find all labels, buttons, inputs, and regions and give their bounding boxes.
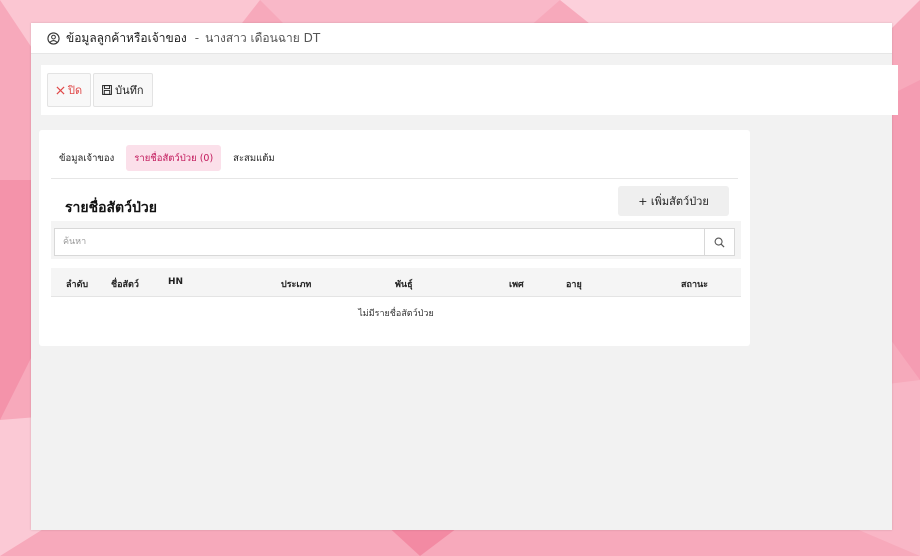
tab-bar: ข้อมูลเจ้าของ รายชื่อสัตว์ป่วย (0) สะสมแ… — [51, 145, 738, 179]
close-button[interactable]: ปิด — [47, 73, 92, 107]
patient-card: ข้อมูลเจ้าของ รายชื่อสัตว์ป่วย (0) สะสมแ… — [39, 130, 750, 346]
col-age: อายุ — [566, 280, 582, 290]
customer-window: ข้อมูลลูกค้าหรือเจ้าของ - นางสาว เดือนฉา… — [31, 23, 898, 530]
save-button-label: บันทึก — [115, 84, 144, 97]
col-breed: พันธุ์ — [395, 280, 413, 290]
col-sex: เพศ — [509, 280, 524, 290]
window-title: ข้อมูลลูกค้าหรือเจ้าของ — [66, 30, 187, 45]
col-hn: HN — [168, 277, 184, 287]
table-header: ลำดับ ชื่อสัตว์ HN ประเภท พันธุ์ เพศ อาย… — [51, 268, 741, 297]
floppy-disk-icon — [102, 85, 113, 95]
tab-points[interactable]: สะสมแต้ม — [225, 145, 283, 171]
col-type: ประเภท — [281, 280, 312, 290]
tab-owner-info[interactable]: ข้อมูลเจ้าของ — [51, 145, 122, 171]
search-input[interactable] — [54, 228, 704, 256]
close-x-icon — [56, 85, 65, 95]
toolbar: ปิด บันทึก — [41, 65, 898, 115]
col-status: สถานะ — [681, 280, 708, 290]
col-order: ลำดับ — [66, 280, 89, 290]
close-button-label: ปิด — [68, 84, 83, 97]
add-patient-button[interactable]: + เพิ่มสัตว์ป่วย — [618, 186, 729, 216]
owner-name: นางสาว เดือนฉาย DT — [205, 30, 321, 45]
search-icon — [714, 237, 725, 248]
empty-table-message: ไม่มีรายชื่อสัตว์ป่วย — [358, 309, 434, 319]
user-circle-icon — [47, 31, 60, 45]
title-separator: - — [194, 31, 200, 45]
window-titlebar: ข้อมูลลูกค้าหรือเจ้าของ - นางสาว เดือนฉา… — [31, 23, 892, 54]
search-button[interactable] — [704, 228, 735, 256]
tab-patient-list[interactable]: รายชื่อสัตว์ป่วย (0) — [126, 145, 222, 171]
search-bar — [51, 221, 741, 259]
save-button[interactable]: บันทึก — [93, 73, 153, 107]
section-title: รายชื่อสัตว์ป่วย — [65, 200, 157, 216]
col-pet-name: ชื่อสัตว์ — [111, 280, 139, 290]
